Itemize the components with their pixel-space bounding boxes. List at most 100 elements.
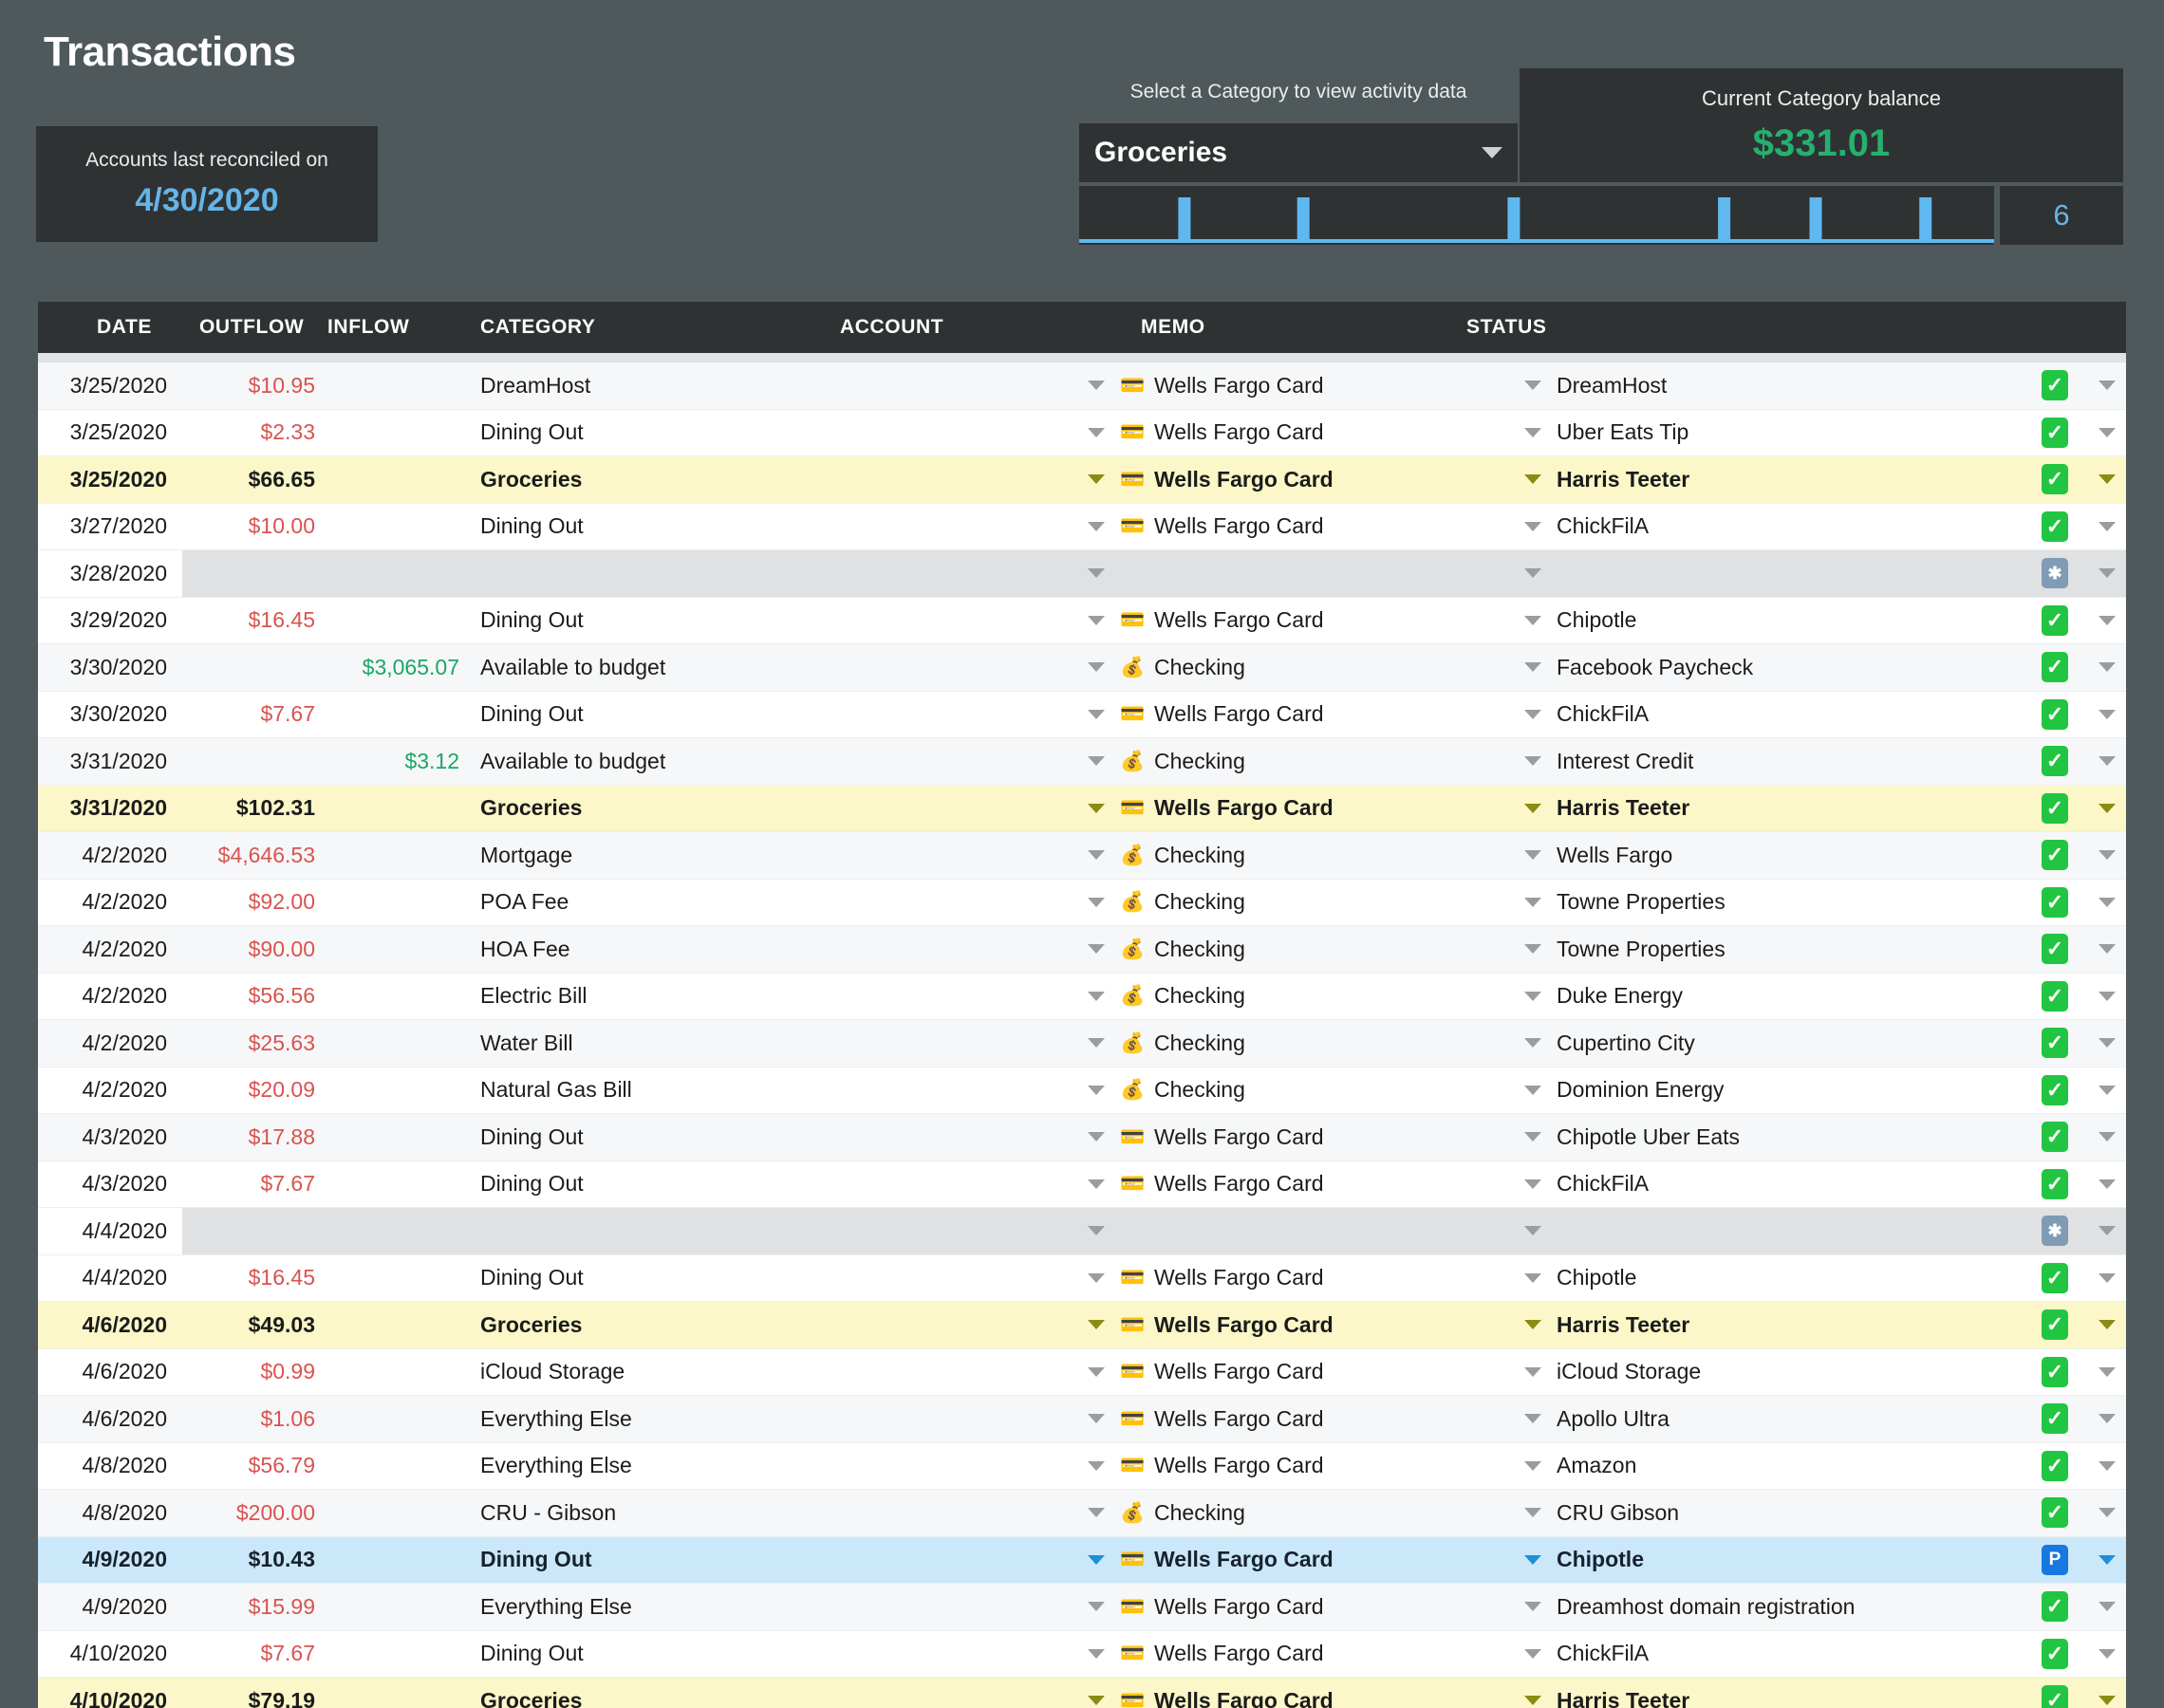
cell-outflow[interactable]: $56.79 xyxy=(182,1443,315,1490)
cell-memo[interactable]: Harris Teeter xyxy=(1557,1678,2022,1708)
cell-inflow[interactable] xyxy=(315,1302,459,1348)
table-row[interactable]: 4/4/2020 xyxy=(38,1208,2126,1255)
cell-outflow[interactable] xyxy=(182,550,315,597)
cell-account[interactable]: 💰 Checking xyxy=(1120,1068,1519,1114)
cell-category[interactable]: CRU - Gibson xyxy=(480,1490,1097,1536)
account-dropdown-caret[interactable] xyxy=(1519,1349,1547,1396)
cell-status[interactable] xyxy=(2022,1584,2088,1630)
row-dropdown-caret[interactable] xyxy=(2088,880,2126,926)
category-dropdown-caret[interactable] xyxy=(1082,974,1110,1020)
category-dropdown-caret[interactable] xyxy=(1082,786,1110,832)
cell-inflow[interactable] xyxy=(315,692,459,738)
account-dropdown-caret[interactable] xyxy=(1519,1208,1547,1254)
cell-memo[interactable]: ChickFilA xyxy=(1557,692,2022,738)
cell-inflow[interactable] xyxy=(315,1396,459,1442)
cell-status[interactable] xyxy=(2022,1678,2088,1708)
cell-status[interactable] xyxy=(2022,1443,2088,1490)
cell-category[interactable]: Dining Out xyxy=(480,598,1097,644)
cell-account[interactable]: 💳 Wells Fargo Card xyxy=(1120,1443,1519,1490)
cell-outflow[interactable] xyxy=(182,738,315,785)
cell-memo[interactable]: Wells Fargo xyxy=(1557,832,2022,879)
cell-status[interactable] xyxy=(2022,692,2088,738)
cell-inflow[interactable] xyxy=(315,410,459,456)
column-header-date[interactable]: DATE xyxy=(97,302,211,353)
table-row[interactable]: 3/25/2020 $66.65 Groceries 💳 Wells Fargo Car… xyxy=(38,456,2126,504)
table-row[interactable]: 3/30/2020 $3,065.07 Available to budget 💰 Ch… xyxy=(38,644,2126,692)
cell-status[interactable] xyxy=(2022,1255,2088,1302)
table-row[interactable]: 3/30/2020 $7.67 Dining Out 💳 Wells Fargo Car… xyxy=(38,691,2126,738)
cell-outflow[interactable] xyxy=(182,644,315,691)
cell-account[interactable] xyxy=(1120,1208,1519,1254)
cell-category[interactable]: Dining Out xyxy=(480,1161,1097,1208)
cell-inflow[interactable] xyxy=(315,974,459,1020)
row-dropdown-caret[interactable] xyxy=(2088,926,2126,973)
cell-category[interactable]: Groceries xyxy=(480,1678,1097,1708)
cell-outflow[interactable]: $16.45 xyxy=(182,598,315,644)
cell-outflow[interactable]: $1.06 xyxy=(182,1396,315,1442)
cell-memo[interactable]: Chipotle xyxy=(1557,1255,2022,1302)
row-dropdown-caret[interactable] xyxy=(2088,410,2126,456)
table-row[interactable]: 4/8/2020 $200.00 CRU - Gibson 💰 Checking CRU … xyxy=(38,1490,2126,1537)
table-row[interactable]: 3/28/2020 xyxy=(38,550,2126,598)
table-row[interactable]: 4/9/2020 $10.43 Dining Out 💳 Wells Fargo Car… xyxy=(38,1536,2126,1584)
cell-status[interactable] xyxy=(2022,1161,2088,1208)
row-dropdown-caret[interactable] xyxy=(2088,1255,2126,1302)
table-row[interactable]: 4/6/2020 $0.99 iCloud Storage 💳 Wells Fargo … xyxy=(38,1348,2126,1396)
row-dropdown-caret[interactable] xyxy=(2088,1302,2126,1348)
cell-account[interactable]: 💰 Checking xyxy=(1120,832,1519,879)
cell-status[interactable] xyxy=(2022,504,2088,550)
cell-inflow[interactable] xyxy=(315,550,459,597)
cell-outflow[interactable]: $7.67 xyxy=(182,1161,315,1208)
column-header-category[interactable]: CATEGORY xyxy=(480,302,765,353)
cell-inflow[interactable] xyxy=(315,598,459,644)
cell-outflow[interactable]: $10.43 xyxy=(182,1537,315,1584)
cell-memo[interactable]: Towne Properties xyxy=(1557,880,2022,926)
cell-category[interactable]: Natural Gas Bill xyxy=(480,1068,1097,1114)
cell-outflow[interactable]: $25.63 xyxy=(182,1020,315,1067)
cell-account[interactable]: 💰 Checking xyxy=(1120,644,1519,691)
table-row[interactable]: 4/4/2020 $16.45 Dining Out 💳 Wells Fargo Car… xyxy=(38,1254,2126,1302)
cell-memo[interactable]: Cupertino City xyxy=(1557,1020,2022,1067)
cell-outflow[interactable]: $56.56 xyxy=(182,974,315,1020)
cell-account[interactable]: 💳 Wells Fargo Card xyxy=(1120,504,1519,550)
cell-account[interactable]: 💳 Wells Fargo Card xyxy=(1120,692,1519,738)
table-row[interactable]: 4/3/2020 $17.88 Dining Out 💳 Wells Fargo Car… xyxy=(38,1114,2126,1161)
cell-inflow[interactable] xyxy=(315,1490,459,1536)
row-dropdown-caret[interactable] xyxy=(2088,1114,2126,1160)
cell-outflow[interactable]: $102.31 xyxy=(182,786,315,832)
row-dropdown-caret[interactable] xyxy=(2088,1443,2126,1490)
cell-account[interactable]: 💳 Wells Fargo Card xyxy=(1120,1631,1519,1678)
cell-account[interactable]: 💰 Checking xyxy=(1120,1020,1519,1067)
category-dropdown-caret[interactable] xyxy=(1082,1631,1110,1678)
row-dropdown-caret[interactable] xyxy=(2088,362,2126,409)
category-dropdown-caret[interactable] xyxy=(1082,1161,1110,1208)
cell-inflow[interactable]: $3,065.07 xyxy=(315,644,459,691)
account-dropdown-caret[interactable] xyxy=(1519,926,1547,973)
cell-account[interactable]: 💰 Checking xyxy=(1120,926,1519,973)
cell-status[interactable] xyxy=(2022,1396,2088,1442)
cell-status[interactable] xyxy=(2022,598,2088,644)
table-row[interactable]: 4/10/2020 $7.67 Dining Out 💳 Wells Fargo Car… xyxy=(38,1630,2126,1678)
cell-memo[interactable]: CRU Gibson xyxy=(1557,1490,2022,1536)
cell-category[interactable]: Everything Else xyxy=(480,1584,1097,1630)
cell-account[interactable]: 💳 Wells Fargo Card xyxy=(1120,1537,1519,1584)
row-dropdown-caret[interactable] xyxy=(2088,1584,2126,1630)
category-dropdown-caret[interactable] xyxy=(1082,1584,1110,1630)
account-dropdown-caret[interactable] xyxy=(1519,880,1547,926)
cell-account[interactable]: 💰 Checking xyxy=(1120,880,1519,926)
cell-category[interactable]: Water Bill xyxy=(480,1020,1097,1067)
account-dropdown-caret[interactable] xyxy=(1519,598,1547,644)
cell-memo[interactable] xyxy=(1557,1208,2022,1254)
cell-status[interactable]: P xyxy=(2022,1537,2088,1584)
cell-inflow[interactable] xyxy=(315,1443,459,1490)
account-dropdown-caret[interactable] xyxy=(1519,1302,1547,1348)
cell-account[interactable]: 💰 Checking xyxy=(1120,974,1519,1020)
cell-category[interactable]: Groceries xyxy=(480,786,1097,832)
cell-outflow[interactable]: $20.09 xyxy=(182,1068,315,1114)
cell-category[interactable]: DreamHost xyxy=(480,362,1097,409)
table-row[interactable]: 4/2/2020 $4,646.53 Mortgage 💰 Checking Wells … xyxy=(38,832,2126,880)
cell-category[interactable]: Dining Out xyxy=(480,692,1097,738)
cell-memo[interactable]: Harris Teeter xyxy=(1557,1302,2022,1348)
cell-category[interactable]: Dining Out xyxy=(480,410,1097,456)
cell-category[interactable]: Mortgage xyxy=(480,832,1097,879)
